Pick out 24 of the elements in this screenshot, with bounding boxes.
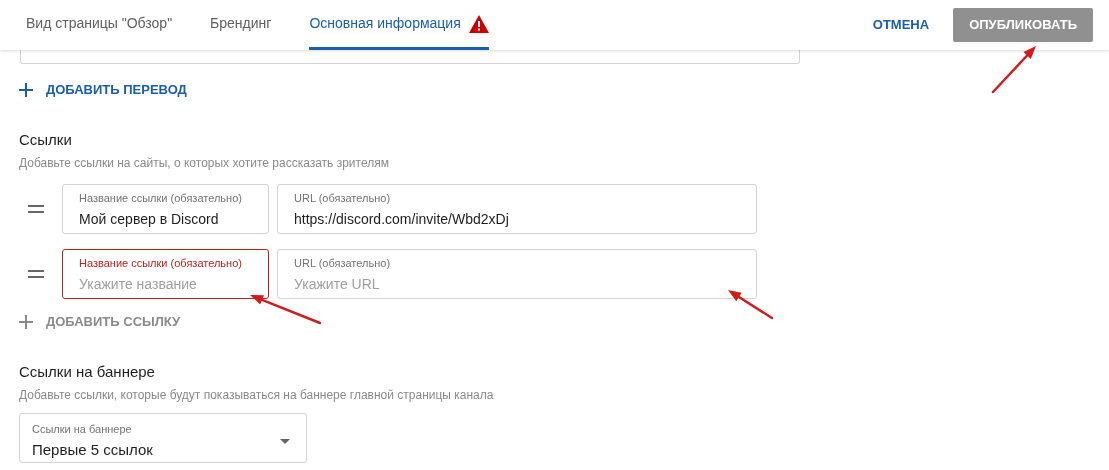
plus-icon	[19, 314, 33, 329]
drag-handle-icon[interactable]	[28, 270, 44, 278]
section-description: Добавьте ссылки на сайты, о которых хотите рассказать зрителям	[19, 155, 390, 172]
plus-icon	[19, 82, 33, 97]
section-description: Добавьте ссылки, которые будут показываться на баннере главной страницы канала	[19, 387, 495, 404]
annotation-arrow	[991, 46, 1036, 94]
text-field[interactable]: Название ссылки (обязательно) Укажите название	[62, 249, 269, 299]
tab[interactable]: Брендинг	[210, 0, 272, 50]
add-translation-button[interactable]: ДОБАВИТЬ ПЕРЕВОД	[19, 80, 187, 100]
drag-handle-icon[interactable]	[28, 205, 44, 213]
tab[interactable]: Вид страницы "Обзор"	[26, 0, 173, 50]
section-title: Ссылки	[19, 129, 73, 150]
warning-icon	[468, 14, 489, 33]
tab[interactable]: Основная информация	[309, 0, 489, 50]
banner-links-select[interactable]: Ссылки на баннере Первые 5 ссылок	[19, 413, 307, 463]
text-field[interactable]: URL (обязательно) https://discord.com/invite/Wbd2xDj	[277, 184, 757, 234]
annotation-arrow	[250, 295, 322, 325]
section-title: Ссылки на баннере	[19, 361, 156, 382]
text-field[interactable]: Название ссылки (обязательно) Мой сервер в Discord	[62, 184, 269, 234]
text-field[interactable]: URL (обязательно) Укажите URL	[277, 249, 757, 299]
cancel-button[interactable]: ОТМЕНА	[864, 8, 938, 42]
dropdown-caret-icon	[280, 438, 290, 444]
annotation-arrow	[728, 290, 774, 320]
text-field[interactable]	[20, 50, 800, 64]
